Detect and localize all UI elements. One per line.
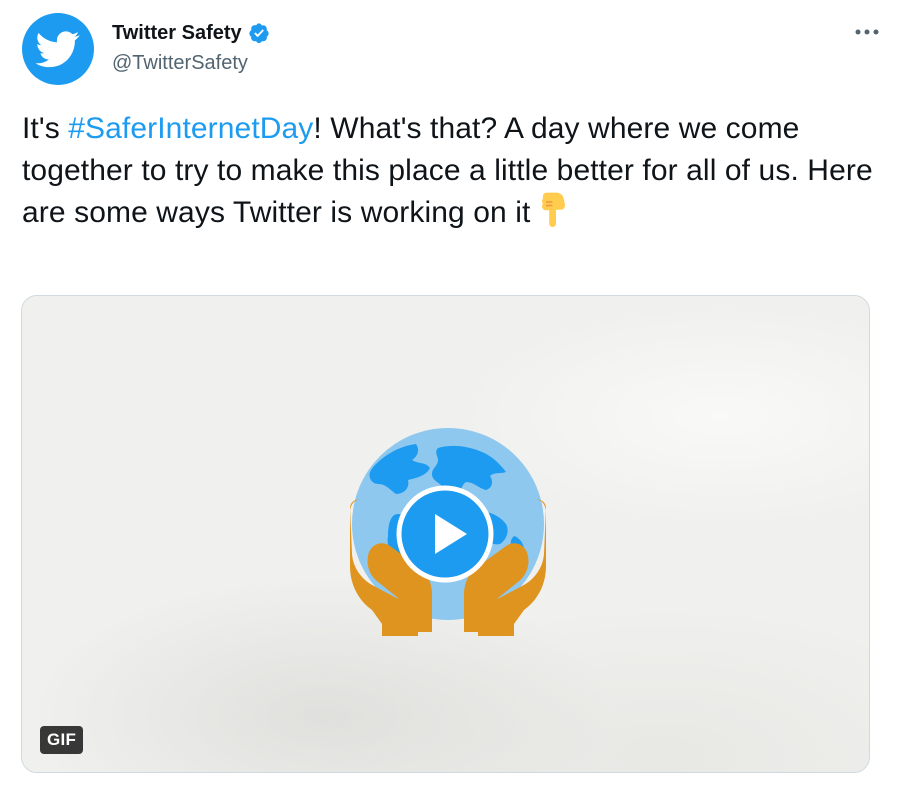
- verified-badge-icon: [249, 23, 269, 44]
- author-name-row: Twitter Safety: [112, 21, 270, 45]
- more-options-button[interactable]: [850, 19, 884, 45]
- gif-badge: GIF: [40, 726, 84, 754]
- backhand-index-pointing-down-emoji-icon: [542, 192, 566, 227]
- more-horizontal-icon: [855, 29, 879, 35]
- author-handle[interactable]: @TwitterSafety: [112, 51, 248, 75]
- gif-media-card[interactable]: GIF: [21, 295, 870, 773]
- hashtag-link[interactable]: #SaferInternetDay: [68, 112, 313, 145]
- tweet-header: Twitter Safety @TwitterSafety: [22, 13, 882, 85]
- author-display-name[interactable]: Twitter Safety: [112, 21, 242, 45]
- play-button[interactable]: [395, 484, 495, 584]
- avatar[interactable]: [22, 13, 94, 85]
- tweet-text: It's #SaferInternetDay! What's that? A d…: [22, 108, 882, 234]
- twitter-bird-icon: [36, 31, 80, 68]
- tweet-text-prefix: It's: [22, 112, 69, 145]
